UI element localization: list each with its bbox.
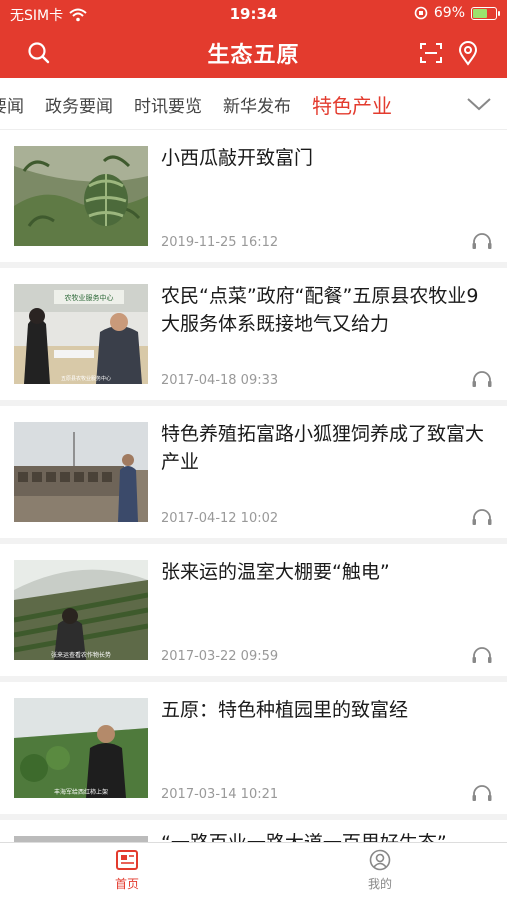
tab-yaowen[interactable]: 要闻 — [0, 92, 24, 117]
article-thumbnail: 农牧业服务中心 五原县农牧业服务中心 — [14, 284, 148, 384]
headphones-icon[interactable] — [471, 784, 493, 802]
tab-xinhua[interactable]: 新华发布 — [223, 92, 291, 117]
tab-shixun[interactable]: 时讯要览 — [134, 92, 202, 117]
tab-mine[interactable]: 我的 — [330, 849, 430, 892]
battery-icon — [471, 6, 500, 20]
category-tabs: 要闻 政务要闻 时讯要览 新华发布 特色产业 — [0, 78, 507, 130]
bottom-tab-bar: 首页 我的 — [0, 842, 507, 900]
tab-home[interactable]: 首页 — [77, 849, 177, 892]
article-thumbnail: 丰海军给西红柿上架 — [14, 698, 148, 798]
article-list: 小西瓜敲开致富门 2019-11-25 16:12 农牧业服务中心 五原县农牧业… — [0, 130, 507, 820]
tab-mine-label: 我的 — [367, 877, 392, 891]
tab-tese-chanye[interactable]: 特色产业 — [312, 90, 392, 119]
location-pin-icon[interactable] — [455, 40, 481, 66]
article-date: 2019-11-25 16:12 — [161, 235, 279, 250]
headphones-icon[interactable] — [471, 232, 493, 250]
thumb-sign-text: 农牧业服务中心 — [65, 293, 114, 302]
article-item[interactable]: 小西瓜敲开致富门 2019-11-25 16:12 — [0, 130, 507, 268]
tabs-expand-button[interactable] — [451, 78, 507, 129]
battery-fill — [473, 8, 487, 18]
battery-percent: 69% — [433, 5, 465, 21]
headphones-icon[interactable] — [471, 646, 493, 664]
headphones-icon[interactable] — [471, 508, 493, 526]
article-item[interactable]: 特色养殖拓富路小狐狸饲养成了致富大产业 2017-04-12 10:02 — [0, 406, 507, 544]
status-bar: 无SIM卡 19:34 69% — [0, 0, 507, 28]
scan-icon[interactable] — [418, 40, 444, 66]
article-title: 特色养殖拓富路小狐狸饲养成了致富大产业 — [161, 423, 485, 473]
article-thumbnail — [14, 422, 148, 522]
user-icon — [369, 849, 391, 871]
chevron-down-icon — [467, 98, 491, 111]
orientation-lock-icon — [414, 6, 428, 20]
headphones-icon[interactable] — [471, 370, 493, 388]
thumb-caption: 张来运查看农作物长势 — [51, 651, 111, 659]
article-title: 小西瓜敲开致富门 — [161, 147, 314, 169]
article-title: “一路百业一路大道一百里好生态” — [161, 828, 447, 842]
app-header: 无SIM卡 19:34 69% 生态五原 — [0, 0, 507, 78]
newspaper-icon — [116, 850, 138, 870]
article-item-partial[interactable]: “一路百业一路大道一百里好生态” — [0, 822, 507, 842]
article-title: 五原：特色种植园里的致富经 — [161, 699, 409, 721]
article-item[interactable]: 丰海军给西红柿上架 五原：特色种植园里的致富经 2017-03-14 10:21 — [0, 682, 507, 820]
tab-zhengwu[interactable]: 政务要闻 — [45, 92, 113, 117]
article-date: 2017-04-12 10:02 — [161, 511, 279, 526]
thumb-caption: 丰海军给西红柿上架 — [54, 788, 108, 796]
article-item[interactable]: 农牧业服务中心 五原县农牧业服务中心 农民“点菜”政府“配餐”五原县农牧业9大服… — [0, 268, 507, 406]
thumb-caption: 五原县农牧业服务中心 — [61, 375, 111, 382]
article-thumbnail — [14, 146, 148, 246]
article-date: 2017-04-18 09:33 — [161, 373, 279, 388]
tab-home-label: 首页 — [114, 877, 139, 891]
article-title: 张来运的温室大棚要“触电” — [161, 561, 390, 583]
article-thumbnail: 张来运查看农作物长势 — [14, 560, 148, 660]
nav-bar: 生态五原 — [0, 28, 507, 78]
article-title: 农民“点菜”政府“配餐”五原县农牧业9大服务体系既接地气又给力 — [161, 285, 479, 335]
article-item[interactable]: 张来运查看农作物长势 张来运的温室大棚要“触电” 2017-03-22 09:5… — [0, 544, 507, 682]
article-date: 2017-03-22 09:59 — [161, 649, 279, 664]
article-date: 2017-03-14 10:21 — [161, 787, 279, 802]
